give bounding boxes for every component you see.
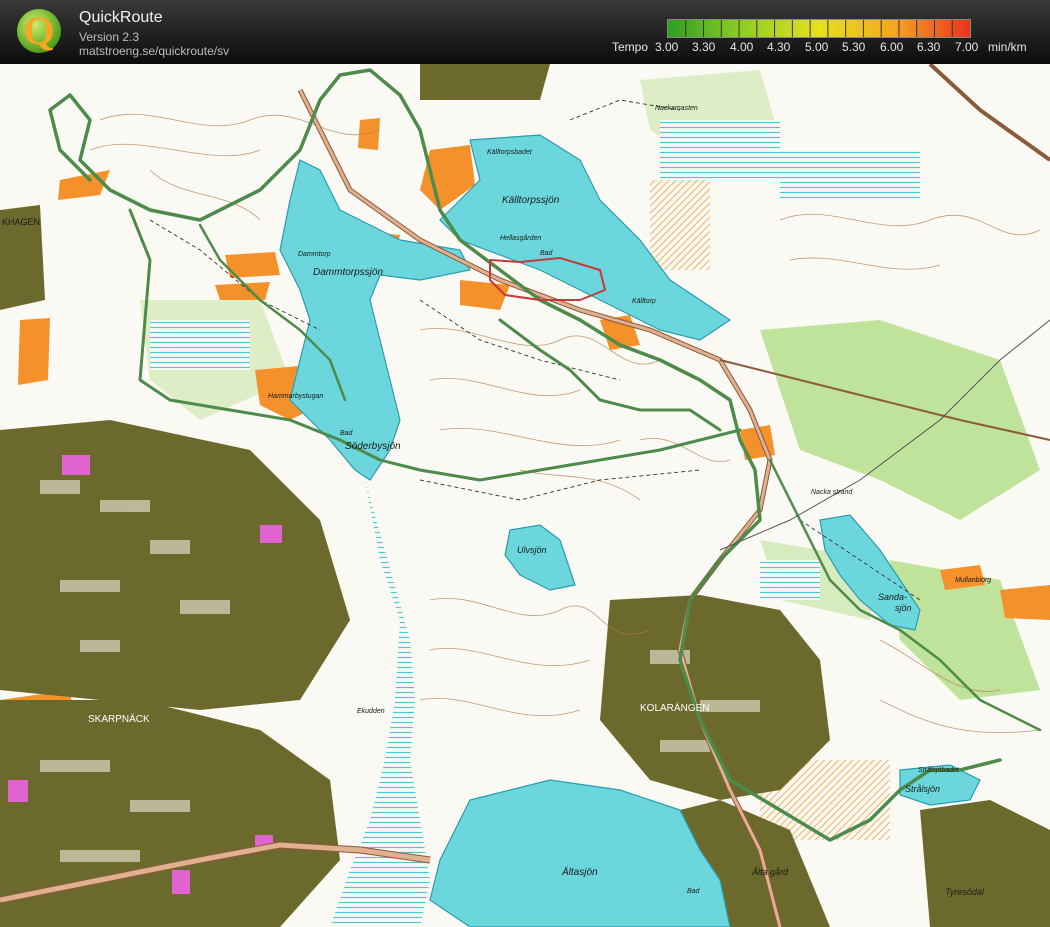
label-tyresodal: Tyresödal [945, 887, 985, 897]
pace-tick-label: 4.30 [767, 40, 791, 54]
label-kagen: KHAGEN [2, 217, 40, 227]
label-alta-gard: Älta gård [751, 867, 789, 877]
label-mullan: Mullanbiörg [955, 577, 991, 584]
label-nackamasten: Nackamasten [655, 105, 698, 112]
pace-tick-label: 6.30 [917, 40, 941, 54]
label-kolarangen: KOLARÄNGEN [640, 702, 709, 714]
label-bad: Bad [340, 430, 354, 437]
app-title: QuickRoute [79, 9, 163, 26]
pace-scale-prefix: Tempo [612, 40, 649, 54]
label-hellasgarden: Hellasgården [500, 234, 541, 242]
label-nacka-strand: Nacka strand [811, 489, 853, 496]
app-header: Q QuickRoute Version 2.3 matstroeng.se/q… [0, 0, 1050, 64]
pace-tick-label: 5.00 [805, 40, 829, 54]
pace-tick-label: 4.00 [730, 40, 754, 54]
label-ekudden: Ekudden [357, 708, 385, 715]
label-dammtorpssjon: Dammtorpssjön [313, 267, 383, 278]
label-bad: Bad [540, 250, 554, 257]
pace-tick-label: 5.30 [842, 40, 866, 54]
app-url: matstroeng.se/quickroute/sv [79, 44, 230, 58]
label-altasjon: Ältasjön [561, 866, 598, 878]
pace-tick-label: 6.00 [880, 40, 904, 54]
label-stralsjobadet: Strålsjöbadet [918, 766, 960, 774]
label-ulvsjon: Ulvsjön [517, 545, 547, 555]
label-kalltorpssjon: Källtorpssjön [502, 195, 560, 206]
pace-scale-labels: Tempo 3.00 3.30 4.00 4.30 5.00 5.30 6.00… [612, 40, 1048, 56]
label-kalltorp: Källtorp [632, 298, 656, 305]
app-version: Version 2.3 [79, 30, 140, 44]
label-kalltorpsbadet: Källtorpsbadet [487, 149, 533, 156]
label-stralsjon: Strålsjön [905, 784, 940, 794]
label-skarpnack: SKARPNÄCK [88, 713, 150, 725]
label-soderbysjon: Söderbysjön [345, 441, 401, 452]
orienteering-map[interactable]: Källtorpssjön Källtorpsbadet Hellasgårde… [0, 64, 1050, 927]
logo-letter: Q [23, 8, 54, 53]
quickroute-logo: Q [17, 8, 61, 53]
label-sandasjon: Sanda- [878, 592, 907, 602]
label-sandasjon: sjön [895, 603, 912, 613]
pace-tick-label: 7.00 [955, 40, 979, 54]
label-hammarbystugan: Hammarbystugan [268, 393, 323, 400]
pace-color-scale [667, 19, 971, 38]
label-dammtorp: Dammtorp [298, 251, 331, 258]
pace-tick-label: 3.00 [655, 40, 679, 54]
pace-unit: min/km [988, 40, 1027, 54]
label-bad: Bad [687, 888, 701, 895]
pace-tick-label: 3.30 [692, 40, 716, 54]
